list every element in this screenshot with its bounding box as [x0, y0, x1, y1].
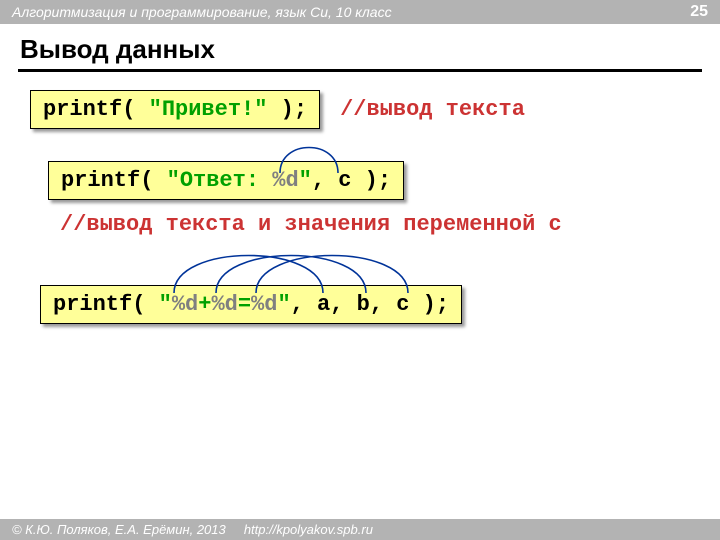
code-format: %d — [211, 292, 237, 317]
footer-bar: © К.Ю. Поляков, Е.А. Ерёмин, 2013 http:/… — [0, 519, 720, 540]
code-token: , a, b, c — [291, 292, 410, 317]
code-token: printf( — [43, 97, 149, 122]
page-number: 25 — [690, 3, 708, 21]
code-box-1: printf( "Привет!" ); — [30, 90, 320, 129]
code-string: " — [277, 292, 290, 317]
code-token: printf( — [53, 292, 159, 317]
code-token: ); — [267, 97, 307, 122]
code-format: %d — [172, 292, 198, 317]
title-divider — [18, 69, 702, 72]
course-label: Алгоритмизация и программирование, язык … — [12, 4, 392, 20]
code-token: ); — [351, 168, 391, 193]
comment-2: //вывод текста и значения переменной c — [30, 212, 690, 237]
code-format: %d — [251, 292, 277, 317]
code-string: = — [238, 292, 251, 317]
code-token: , c — [312, 168, 352, 193]
header-bar: Алгоритмизация и программирование, язык … — [0, 0, 720, 24]
page-title: Вывод данных — [0, 24, 720, 69]
footer-url: http://kpolyakov.spb.ru — [244, 522, 373, 537]
snippet-1-row: printf( "Привет!" ); //вывод текста — [30, 90, 690, 129]
code-string: + — [198, 292, 211, 317]
content-area: printf( "Привет!" ); //вывод текста prin… — [0, 90, 720, 324]
snippet-2-row: printf( "Ответ: %d", c ); — [48, 161, 690, 200]
comment-1: //вывод текста — [340, 97, 525, 122]
code-box-2: printf( "Ответ: %d", c ); — [48, 161, 404, 200]
code-string: "Привет!" — [149, 97, 268, 122]
code-string: " — [299, 168, 312, 193]
code-string: "Ответ: — [167, 168, 273, 193]
snippet-3-row: printf( "%d+%d=%d", a, b, c ); — [40, 285, 690, 324]
footer-copyright: © К.Ю. Поляков, Е.А. Ерёмин, 2013 — [12, 522, 226, 537]
code-format: %d — [272, 168, 298, 193]
code-token: printf( — [61, 168, 167, 193]
code-string: " — [159, 292, 172, 317]
code-box-3: printf( "%d+%d=%d", a, b, c ); — [40, 285, 462, 324]
code-token: ); — [409, 292, 449, 317]
